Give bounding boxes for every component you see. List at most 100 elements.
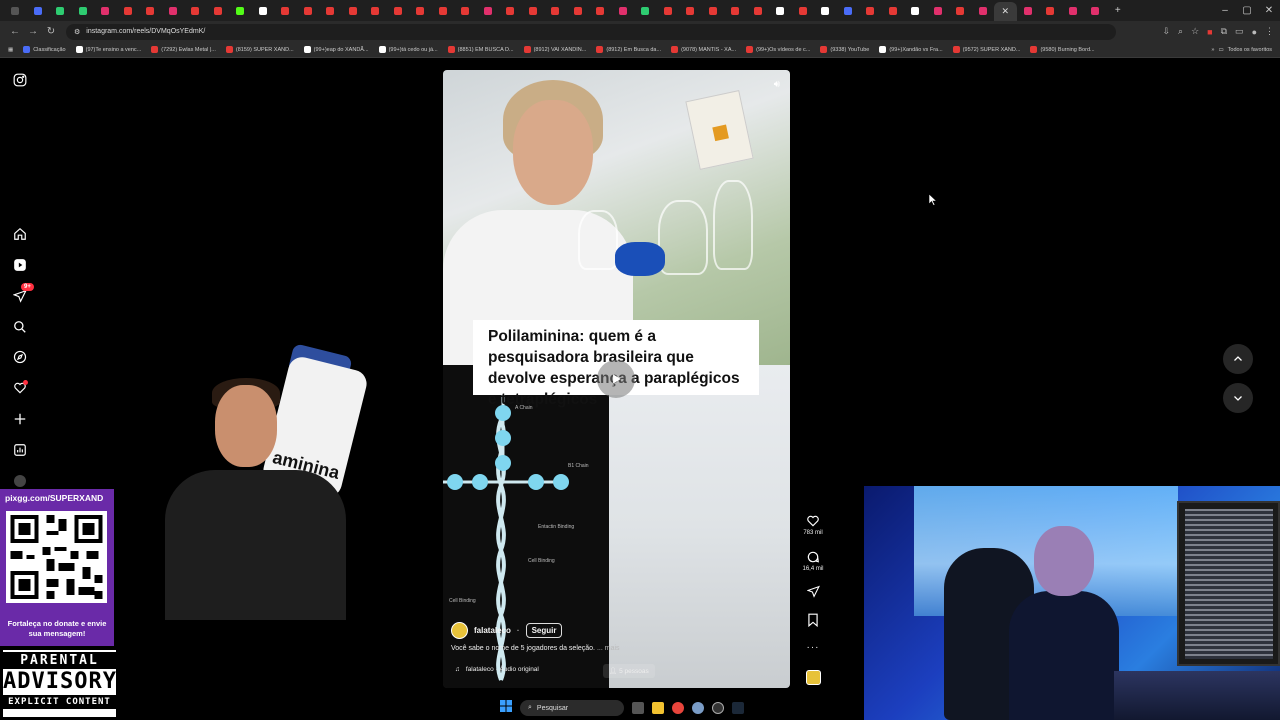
more-options-button[interactable]: ···: [798, 642, 828, 653]
tab[interactable]: [117, 3, 140, 19]
bookmark-item[interactable]: (8851) EM BUSCA D...: [447, 46, 514, 53]
tab[interactable]: [589, 3, 612, 19]
instagram-logo-icon[interactable]: [12, 72, 28, 88]
bookmark-item[interactable]: Classificação: [23, 46, 66, 53]
bookmark-item[interactable]: (99+)eap do XANDÃ...: [303, 46, 369, 53]
bookmark-item[interactable]: (9078) MANTIS - XA...: [671, 46, 736, 53]
tab[interactable]: [49, 3, 72, 19]
sidebar-toggle-icon[interactable]: ▭: [1235, 26, 1244, 37]
maximize-icon[interactable]: ▢: [1236, 0, 1258, 21]
close-window-icon[interactable]: ✕: [1258, 0, 1280, 21]
profile-avatar[interactable]: ●: [1252, 27, 1257, 37]
site-info-icon[interactable]: ⚙: [74, 28, 80, 36]
tab[interactable]: [387, 3, 410, 19]
install-icon[interactable]: ⇩: [1163, 26, 1171, 37]
tab[interactable]: [837, 3, 860, 19]
tab[interactable]: [859, 3, 882, 19]
tab[interactable]: [252, 3, 275, 19]
tab[interactable]: [792, 3, 815, 19]
tab[interactable]: [297, 3, 320, 19]
reload-icon[interactable]: ↻: [42, 26, 60, 37]
menu-icon[interactable]: ⋮: [1265, 26, 1274, 37]
tab[interactable]: [499, 3, 522, 19]
volume-icon[interactable]: 🔊︎: [774, 79, 780, 90]
file-explorer-icon[interactable]: [652, 702, 664, 714]
like-button[interactable]: 783 mil: [798, 514, 828, 536]
tab[interactable]: [769, 3, 792, 19]
audio-row[interactable]: ♫ falataleco · Áudio original: [455, 666, 539, 673]
tab[interactable]: [544, 3, 567, 19]
windows-start-icon[interactable]: [500, 699, 512, 717]
tab[interactable]: [567, 3, 590, 19]
chrome-icon[interactable]: [672, 702, 684, 714]
bookmark-item[interactable]: (9338) YouTube: [820, 46, 869, 53]
tab[interactable]: [94, 3, 117, 19]
tab[interactable]: [972, 3, 995, 19]
bookmark-item[interactable]: (8912) VAI XANDIN...: [523, 46, 586, 53]
bookmark-item[interactable]: (99+)Xandão vs Fra...: [879, 46, 943, 53]
close-icon[interactable]: ✕: [1001, 6, 1009, 17]
task-view-icon[interactable]: [632, 702, 644, 714]
audio-thumbnail[interactable]: [798, 670, 828, 685]
next-reel-button[interactable]: [1223, 383, 1253, 413]
bookmark-item[interactable]: (9580) Burning Bord...: [1030, 46, 1095, 53]
tab-menu-button[interactable]: [4, 3, 27, 19]
follow-button[interactable]: Seguir: [525, 623, 563, 638]
create-icon[interactable]: [12, 411, 28, 427]
tab[interactable]: [679, 3, 702, 19]
tab[interactable]: [702, 3, 725, 19]
bookmark-item[interactable]: (8912) Em Busca da...: [596, 46, 661, 53]
tab[interactable]: [612, 3, 635, 19]
bookmark-item[interactable]: (99+)tá cedo ou já...: [378, 46, 438, 53]
tab[interactable]: [207, 3, 230, 19]
author-username[interactable]: falataleco: [474, 626, 511, 635]
tab[interactable]: [27, 3, 50, 19]
save-button[interactable]: [798, 613, 828, 627]
tab[interactable]: [1017, 3, 1040, 19]
profile-avatar-icon[interactable]: [12, 473, 28, 489]
all-bookmarks[interactable]: » ▭ Todos os favoritos: [1205, 42, 1272, 57]
tab[interactable]: [1084, 3, 1107, 19]
tab[interactable]: [747, 3, 770, 19]
bookmark-item[interactable]: (97)Te ensino a venc...: [75, 46, 141, 53]
dashboard-icon[interactable]: [12, 442, 28, 458]
new-tab-button[interactable]: +: [1107, 3, 1130, 19]
messages-icon[interactable]: 9+: [12, 283, 34, 304]
author-avatar[interactable]: [451, 622, 468, 639]
tab[interactable]: [814, 3, 837, 19]
comment-button[interactable]: 16,4 mil: [798, 550, 828, 572]
tab[interactable]: [634, 3, 657, 19]
reel-description[interactable]: Você sabe o nome de 5 jogadores da seleç…: [451, 645, 620, 652]
tab[interactable]: [454, 3, 477, 19]
bookmark-item[interactable]: (7292) Ewlas Metal |...: [151, 46, 216, 53]
star-icon[interactable]: ☆: [1191, 26, 1199, 37]
bookmark-item[interactable]: (99+)Os vídeos de c...: [746, 46, 810, 53]
zoom-icon[interactable]: ⌕: [1178, 26, 1183, 37]
notifications-heart-icon[interactable]: [12, 380, 28, 396]
tab[interactable]: [364, 3, 387, 19]
tab-active[interactable]: ✕: [994, 2, 1017, 21]
minimize-icon[interactable]: –: [1214, 0, 1236, 21]
tab[interactable]: [949, 3, 972, 19]
tab[interactable]: [139, 3, 162, 19]
extension-icon[interactable]: ■: [1207, 27, 1212, 37]
tab[interactable]: [724, 3, 747, 19]
tab[interactable]: [927, 3, 950, 19]
tab[interactable]: [342, 3, 365, 19]
reels-icon[interactable]: [12, 257, 28, 273]
forward-icon[interactable]: →: [24, 26, 42, 37]
tab[interactable]: [274, 3, 297, 19]
tab[interactable]: [657, 3, 680, 19]
puzzle-icon[interactable]: ⧉: [1221, 26, 1227, 37]
steam-icon[interactable]: [732, 702, 744, 714]
more-link[interactable]: ... mais: [597, 645, 620, 652]
url-input[interactable]: ⚙ instagram.com/reels/DVMqOsYEdmK/: [66, 23, 1116, 40]
tab[interactable]: [229, 3, 252, 19]
home-icon[interactable]: [12, 226, 28, 242]
tab[interactable]: [162, 3, 185, 19]
tab[interactable]: [72, 3, 95, 19]
back-icon[interactable]: ←: [6, 26, 24, 37]
apps-icon[interactable]: ▦: [8, 47, 13, 53]
previous-reel-button[interactable]: [1223, 344, 1253, 374]
app-icon[interactable]: [712, 702, 724, 714]
